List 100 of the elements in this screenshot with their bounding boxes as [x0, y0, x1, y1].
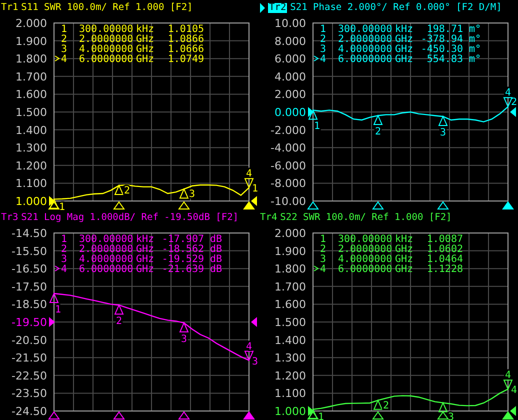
marker-label: 3	[440, 127, 446, 138]
axis-tick-label: 1.500	[16, 106, 47, 119]
marker-frequency: 6.0000000	[338, 54, 392, 65]
marker-value: 1.0666	[168, 44, 204, 55]
trace-tab[interactable]: Tr1	[1, 3, 18, 13]
reference-arrow-icon	[308, 406, 314, 416]
marker-frequency: 2.0000000	[79, 34, 134, 45]
marker-number: 2	[60, 34, 68, 45]
axis-tick-label: -8.000	[270, 177, 306, 190]
reference-arrow-icon	[510, 406, 516, 416]
marker-frequency-unit: GHz	[395, 34, 414, 45]
marker-frequency: 300.00000	[79, 24, 134, 35]
axis-tick-label: 1.200	[16, 159, 47, 172]
axis-tick-label: -18.50	[12, 298, 47, 312]
marker-frequency-unit: GHz	[395, 244, 414, 255]
axis-tick-label: -16.50	[12, 262, 47, 276]
axis-tick-label: 1.900	[274, 244, 306, 258]
marker-icon	[179, 322, 189, 332]
trace-number-label: 1	[252, 184, 258, 195]
marker-value: 198.71	[426, 24, 463, 35]
marker-number: 3	[60, 44, 68, 55]
marker-number: 1	[320, 234, 326, 245]
axis-tick-label: 1.900	[16, 34, 47, 48]
marker-frequency: 6.0000000	[338, 264, 392, 275]
marker-frequency-unit: GHz	[136, 264, 154, 275]
axis-tick-label: -6.000	[270, 159, 306, 172]
axis-tick-label: 1.100	[16, 177, 47, 190]
marker-frequency-unit: kHz	[395, 234, 414, 245]
trace-tab[interactable]: Tr3	[1, 213, 18, 223]
marker-number: 4	[60, 264, 68, 275]
reference-arrow-icon	[49, 317, 55, 327]
marker-icon	[438, 402, 448, 412]
marker-icon	[244, 178, 254, 189]
trace-number-label: 4	[511, 385, 518, 396]
marker-number: 1	[320, 24, 326, 35]
trace-tab[interactable]: Tr4	[260, 213, 278, 223]
marker-icon	[503, 97, 513, 108]
axis-tick-label: -14.50	[12, 227, 47, 240]
axis-tick-label: 8.000	[274, 34, 306, 48]
axis-tick-label: -17.50	[12, 280, 47, 294]
axis-tick-label: 1.500	[274, 316, 306, 329]
marker-label: 3	[180, 334, 188, 345]
axis-tick-label: 1.700	[274, 280, 306, 294]
marker-value: 1.0087	[426, 234, 463, 245]
axis-tick-label: -20.50	[12, 334, 47, 347]
axis-tick-label: 1.100	[274, 387, 306, 400]
trace-number-label: 3	[252, 356, 258, 368]
marker-value-unit: dB	[210, 234, 222, 245]
marker-frequency: 4.0000000	[79, 254, 134, 265]
axis-tick-label: 1.700	[16, 70, 47, 84]
marker-position-icon[interactable]	[178, 411, 190, 420]
marker-frequency-unit: GHz	[395, 254, 414, 265]
marker-number: 3	[60, 254, 68, 265]
marker-label: 3	[448, 412, 454, 420]
marker-label: 1	[314, 121, 320, 132]
marker-value-unit: m°	[469, 24, 482, 35]
marker-position-icon[interactable]	[48, 411, 60, 420]
marker-value-unit: m°	[469, 44, 482, 55]
axis-tick-label: 1.300	[274, 352, 306, 365]
axis-tick-label: 1.400	[16, 124, 47, 137]
axis-tick-label: -19.50	[12, 316, 47, 329]
marker-number: 2	[320, 244, 326, 255]
marker-value: -21.639	[162, 264, 204, 275]
marker-value: -378.94	[420, 34, 463, 45]
marker-number: 1	[60, 24, 68, 35]
axis-tick-label: 1.000	[16, 195, 47, 208]
marker-label: 1	[54, 304, 62, 316]
marker-label: 1	[58, 202, 66, 210]
axis-tick-label: -23.50	[12, 387, 47, 400]
axis-tick-label: 1.200	[274, 369, 306, 382]
marker-label: 2	[382, 400, 390, 412]
axis-tick-label: 2.000	[16, 17, 47, 30]
marker-icon	[308, 108, 318, 120]
marker-frequency: 300.00000	[338, 24, 392, 35]
marker-frequency: 2.0000000	[338, 34, 392, 45]
marker-icon	[179, 188, 189, 199]
marker-number: 3	[320, 44, 326, 55]
marker-frequency-unit: GHz	[136, 34, 154, 45]
marker-icon	[308, 408, 318, 419]
marker-label: 3	[188, 189, 196, 200]
axis-tick-label: 2.000	[274, 88, 306, 102]
trace-settings: S22 SWR 100.0m/ Ref 1.000 [F2]	[280, 213, 452, 223]
trace-tab[interactable]: Tr2	[268, 3, 288, 13]
reference-arrow-icon	[251, 317, 257, 327]
marker-number: 1	[60, 234, 68, 245]
marker-frequency: 4.0000000	[79, 44, 134, 55]
marker-position-icon[interactable]	[113, 411, 125, 420]
marker-value: -19.529	[162, 254, 204, 265]
marker-icon	[244, 350, 254, 362]
marker-value-unit: dB	[210, 264, 222, 275]
marker-icon	[114, 304, 124, 315]
marker-value-unit: dB	[210, 244, 222, 255]
axis-tick-label: 1.400	[274, 334, 306, 347]
trace-number-label: 2	[511, 97, 518, 108]
marker-frequency: 6.0000000	[79, 264, 134, 275]
marker-position-icon[interactable]	[243, 411, 255, 420]
marker-value: 1.0749	[168, 54, 204, 65]
axis-tick-label: -24.50	[12, 405, 47, 418]
marker-label: 2	[124, 186, 130, 197]
marker-icon	[503, 380, 513, 390]
